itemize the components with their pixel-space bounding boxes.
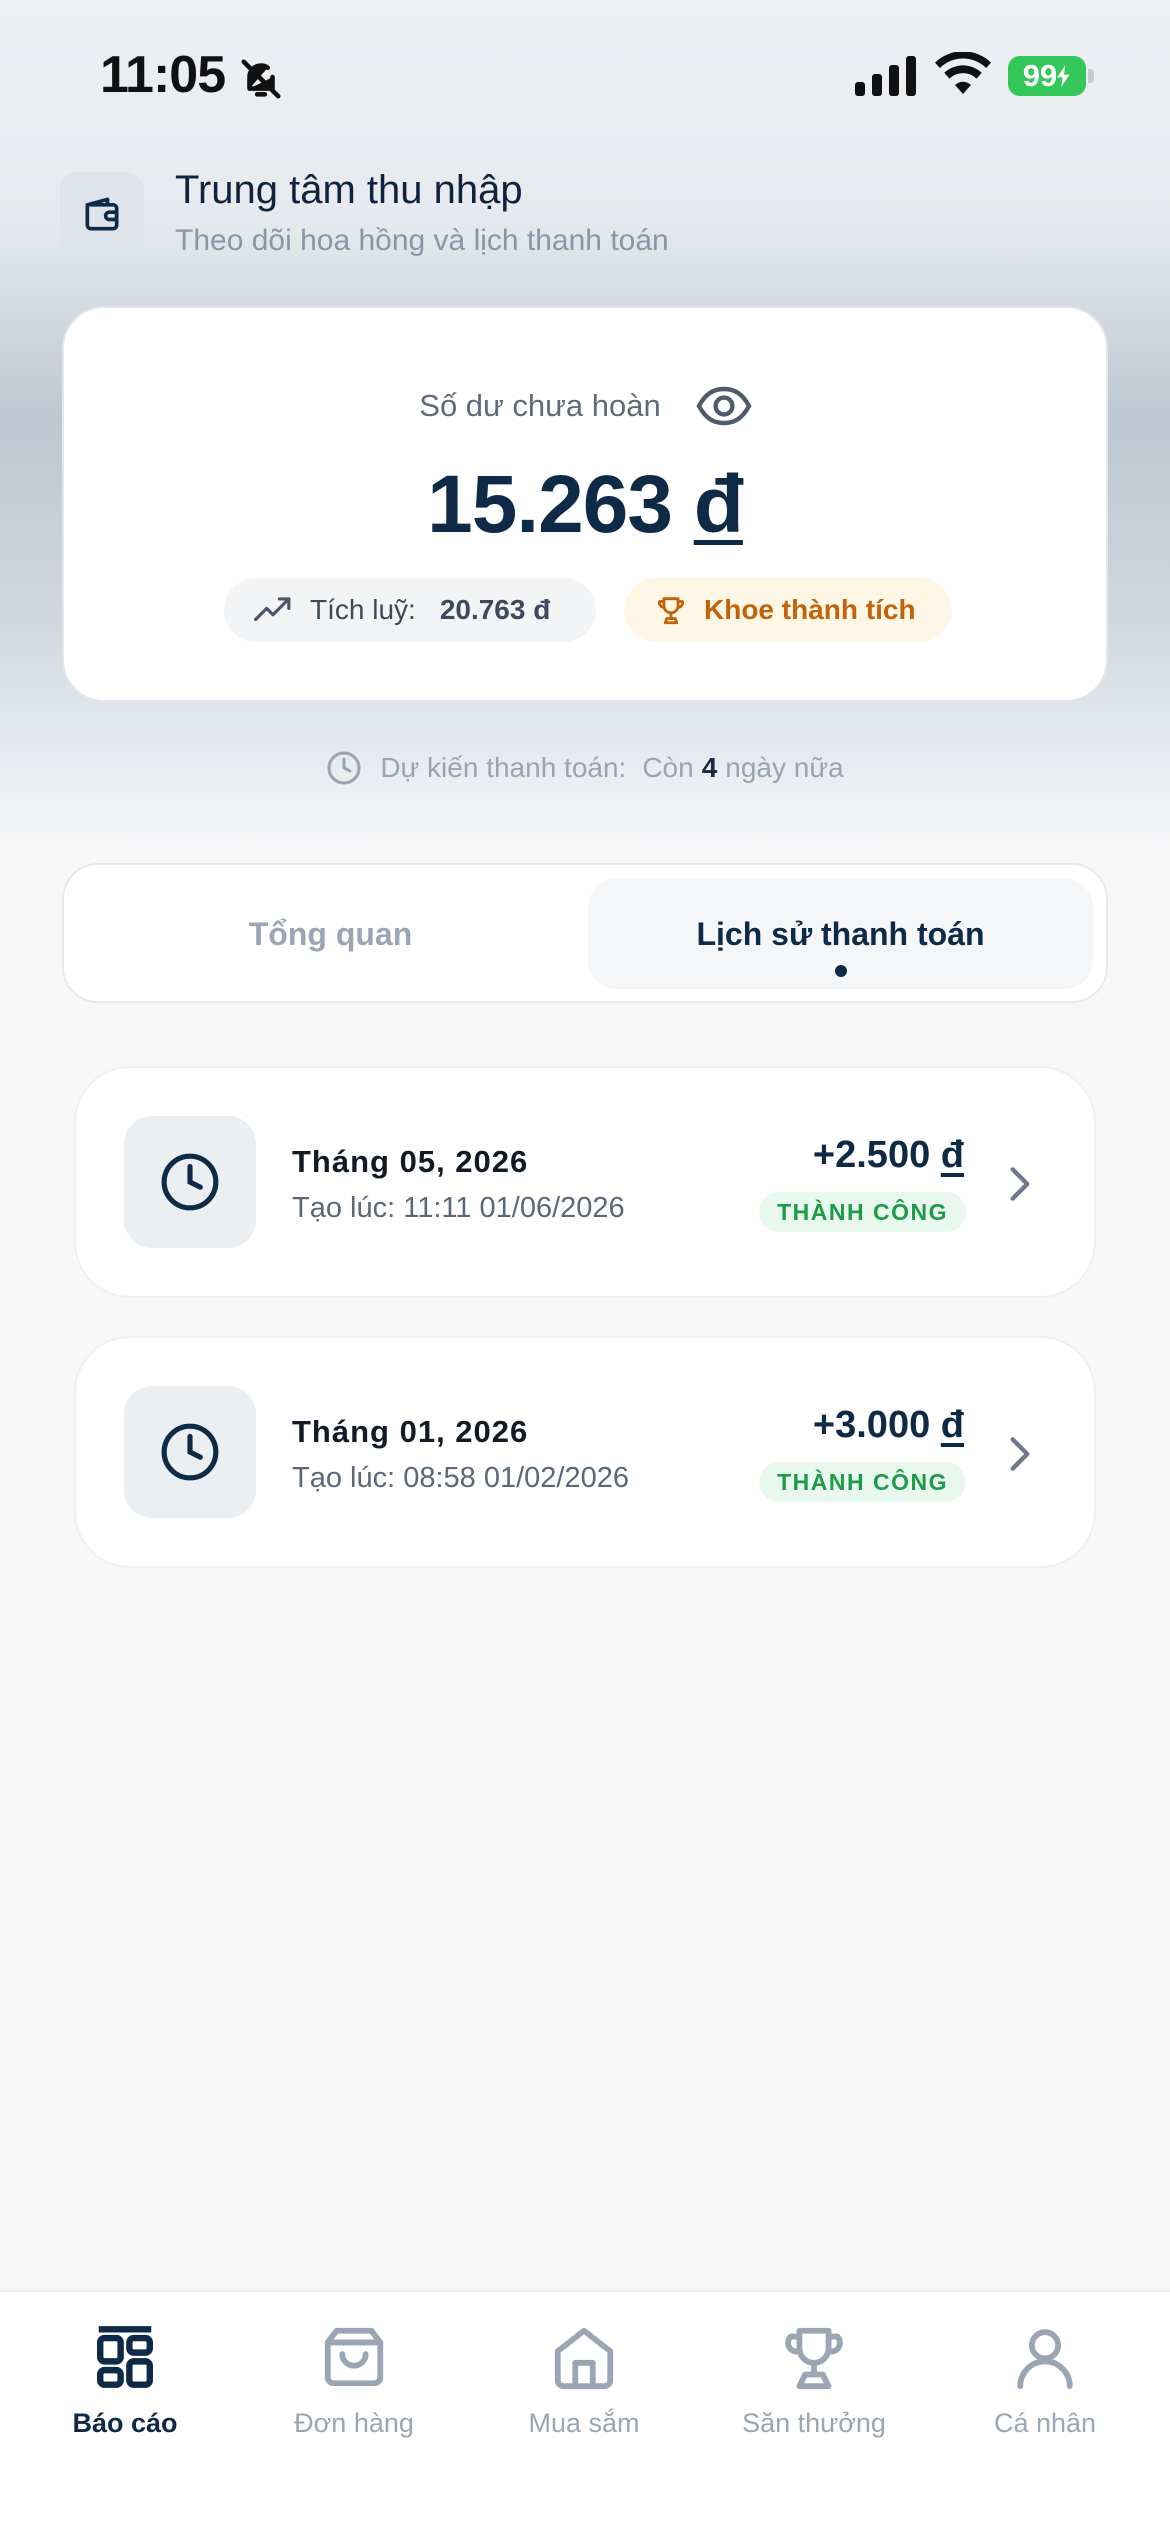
bell-off-icon (241, 59, 281, 99)
trophy-icon (785, 2327, 843, 2390)
nav-item-rewards[interactable]: Săn thưởng (697, 2322, 931, 2439)
charging-bolt-icon (1057, 65, 1070, 87)
show-off-label: Khoe thành tích (704, 594, 916, 625)
balance-amount-value: 15.263 (427, 459, 673, 550)
payment-title: Tháng 05, 2026 (292, 1144, 529, 1179)
payment-amount: +2.500 đ (813, 1134, 964, 1177)
nav-label-rewards: Săn thưởng (742, 2408, 886, 2438)
payout-note: Dự kiến thanh toán: Còn 4 ngày nữa (0, 750, 1170, 786)
battery-level: 99 (1022, 58, 1058, 93)
nav-item-shopping[interactable]: Mua sắm (467, 2322, 701, 2439)
balance-label: Số dư chưa hoàn (64, 388, 1106, 424)
payout-days: 4 (701, 752, 718, 783)
battery-tip (1088, 69, 1094, 83)
wallet-icon (85, 197, 119, 231)
tab-overview[interactable]: Tổng quan (78, 879, 583, 989)
battery-icon: 99 (1008, 56, 1086, 96)
bag-icon (324, 2327, 384, 2387)
clock-icon (161, 1153, 219, 1211)
payout-suffix: ngày nữa (725, 752, 844, 783)
balance-amount: 15.263 đ (64, 458, 1106, 552)
eye-icon[interactable] (696, 386, 752, 426)
active-tab-indicator (834, 965, 847, 977)
nav-item-orders[interactable]: Đơn hàng (237, 2322, 471, 2439)
accumulated-chip: Tích luỹ: 20.763 đ (224, 578, 596, 642)
status-badge: THÀNH CÔNG (759, 1192, 966, 1232)
payment-amount: +3.000 đ (813, 1404, 964, 1447)
payment-amount-value: +2.500 (812, 1134, 931, 1176)
nav-label-orders: Đơn hàng (294, 2408, 414, 2438)
tab-bar: Tổng quan Lịch sử thanh toán (62, 863, 1108, 1003)
accumulated-label: Tích luỹ: (310, 594, 416, 625)
payment-icon-container (124, 1386, 256, 1518)
trending-up-icon (254, 597, 291, 622)
dashboard-icon (96, 2326, 153, 2388)
nav-label-profile: Cá nhân (993, 2408, 1097, 2438)
clock-icon (327, 751, 361, 785)
payment-currency: đ (940, 1404, 964, 1446)
status-time: 11:05 (100, 46, 226, 104)
page-title: Trung tâm thu nhập (175, 168, 523, 212)
status-badge: THÀNH CÔNG (759, 1462, 966, 1502)
chevron-right-icon (1010, 1167, 1030, 1201)
tab-overview-label: Tổng quan (248, 915, 413, 952)
payment-item[interactable]: Tháng 01, 2026 Tạo lúc: 08:58 01/02/2026… (74, 1336, 1096, 1568)
balance-card: Số dư chưa hoàn 15.263 đ Tích luỹ: 20.76… (62, 306, 1108, 702)
payment-icon-container (124, 1116, 256, 1248)
payment-currency: đ (940, 1134, 964, 1176)
page-subtitle: Theo dõi hoa hồng và lịch thanh toán (175, 224, 669, 257)
balance-currency: đ (693, 459, 744, 550)
nav-item-reports[interactable]: Báo cáo (8, 2322, 242, 2439)
user-icon (1017, 2329, 1073, 2390)
wallet-icon-container (60, 172, 144, 256)
payment-created-at: Tạo lúc: 11:11 01/06/2026 (292, 1192, 625, 1224)
balance-label-text: Số dư chưa hoàn (419, 388, 661, 423)
payout-prefix: Dự kiến thanh toán: (380, 752, 627, 783)
payout-remaining-prefix: Còn (642, 752, 694, 783)
status-bar: 11:05 99 (0, 0, 1170, 150)
wifi-icon (935, 52, 991, 94)
payment-title: Tháng 01, 2026 (292, 1414, 529, 1449)
nav-label-reports: Báo cáo (72, 2408, 178, 2438)
tab-payment-history[interactable]: Lịch sử thanh toán (588, 879, 1093, 989)
payment-item[interactable]: Tháng 05, 2026 Tạo lúc: 11:11 01/06/2026… (74, 1066, 1096, 1298)
home-icon (554, 2327, 614, 2390)
trophy-icon (658, 597, 684, 625)
clock-icon (161, 1423, 219, 1481)
chevron-right-icon (1010, 1437, 1030, 1471)
accumulated-value: 20.763 đ (439, 594, 551, 625)
tab-payment-history-label: Lịch sử thanh toán (696, 915, 985, 952)
signal-icon (855, 56, 916, 96)
nav-label-shopping: Mua sắm (528, 2408, 640, 2438)
payment-amount-value: +3.000 (812, 1404, 931, 1446)
bottom-nav: Báo cáo Đơn hàng Mua sắm Săn thưởng Cá n… (0, 2290, 1170, 2532)
nav-item-profile[interactable]: Cá nhân (928, 2322, 1162, 2439)
payment-created-at: Tạo lúc: 08:58 01/02/2026 (292, 1462, 629, 1494)
show-off-button[interactable]: Khoe thành tích (624, 578, 952, 642)
